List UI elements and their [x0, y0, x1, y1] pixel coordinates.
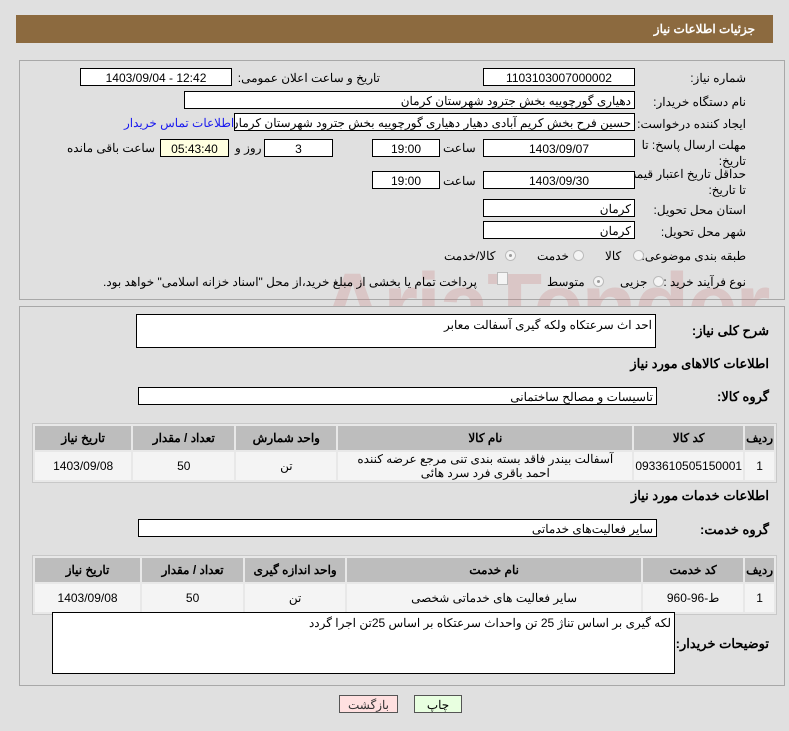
summary-textarea[interactable]: احد اث سرعتکاه ولکه گیری آسفالت معابر	[136, 314, 656, 348]
deadline-label: مهلت ارسال پاسخ: تا تاریخ:	[641, 138, 746, 168]
category-option-goods: کالا	[605, 249, 622, 263]
category-option-service: خدمت	[537, 249, 569, 263]
col-date: تاریخ نیاز	[35, 426, 132, 450]
service-group-field: سایر فعالیت‌های خدماتی	[138, 519, 657, 537]
category-label: طبقه بندی موضوعی:	[641, 249, 746, 263]
buyer-contact-link[interactable]: اطلاعات تماس خریدار	[124, 116, 234, 130]
deadline-time-label: ساعت	[443, 141, 476, 155]
service-group-label: گروه خدمت:	[700, 522, 769, 537]
deadline-time-field: 19:00	[372, 139, 440, 157]
validity-label: حداقل تاریخ اعتبار قیمت: تا تاریخ:	[621, 167, 746, 197]
goods-group-label: گروه کالا:	[717, 389, 769, 404]
process-label: نوع فرآیند خرید :	[663, 275, 746, 289]
cell-name: آسفالت بیندر فاقد بسته بندی تنی مرجع عرض…	[338, 452, 633, 480]
col-date: تاریخ نیاز	[35, 558, 141, 582]
deadline-date-field: 1403/09/07	[483, 139, 635, 157]
goods-group-field: تاسیسات و مصالح ساختمانی	[138, 387, 657, 405]
days-field: 3	[264, 139, 333, 157]
cell-date: 1403/09/08	[35, 452, 132, 480]
col-unit: واحد شمارش	[236, 426, 337, 450]
category-radio-goods[interactable]	[633, 250, 644, 261]
cell-unit: تن	[245, 584, 346, 612]
category-radio-service[interactable]	[573, 250, 584, 261]
buyer-field: دهیاری گورچوییه بخش جترود شهرستان کرمان	[184, 91, 635, 109]
col-qty: تعداد / مقدار	[142, 558, 244, 582]
treasury-payment-checkbox[interactable]	[497, 272, 508, 285]
announce-label: تاریخ و ساعت اعلان عمومی:	[237, 71, 380, 85]
back-button[interactable]: بازگشت	[339, 695, 398, 713]
days-label: روز و	[235, 141, 262, 155]
table-row: 1 0933610505150001 آسفالت بیندر فاقد بست…	[35, 452, 774, 480]
goods-table: ردیف کد کالا نام کالا واحد شمارش تعداد /…	[32, 423, 777, 483]
col-code: کد کالا	[634, 426, 744, 450]
services-table-header: ردیف کد خدمت نام خدمت واحد اندازه گیری ت…	[35, 558, 774, 582]
cell-name: سایر فعالیت های خدماتی شخصی	[347, 584, 642, 612]
notes-label: توضیحات خریدار:	[675, 636, 769, 651]
announce-field: 1403/09/04 - 12:42	[80, 68, 232, 86]
col-row: ردیف	[745, 558, 774, 582]
remaining-time-field: 05:43:40	[160, 139, 229, 157]
cell-unit: تن	[236, 452, 337, 480]
need-number-label: شماره نیاز:	[690, 71, 746, 85]
validity-time-field: 19:00	[372, 171, 440, 189]
creator-field: حسین فرح بخش کریم آبادی دهیار دهیاری گور…	[234, 113, 635, 131]
services-section-title: اطلاعات خدمات مورد نیاز	[630, 488, 769, 503]
col-unit: واحد اندازه گیری	[245, 558, 346, 582]
buyer-label: نام دستگاه خریدار:	[653, 95, 746, 109]
page-header: جزئیات اطلاعات نیاز	[16, 15, 773, 43]
col-code: کد خدمت	[643, 558, 744, 582]
col-name: نام کالا	[338, 426, 633, 450]
province-label: استان محل تحویل:	[653, 203, 746, 217]
services-table: ردیف کد خدمت نام خدمت واحد اندازه گیری ت…	[32, 555, 777, 615]
remaining-label: ساعت باقی مانده	[67, 141, 156, 155]
payment-note: پرداخت تمام یا بخشی از مبلغ خرید،از محل …	[103, 275, 477, 289]
cell-code: 0933610505150001	[634, 452, 744, 480]
page-title: جزئیات اطلاعات نیاز	[653, 22, 755, 36]
process-radio-medium[interactable]	[593, 276, 604, 287]
cell-date: 1403/09/08	[35, 584, 141, 612]
goods-table-header: ردیف کد کالا نام کالا واحد شمارش تعداد /…	[35, 426, 774, 450]
goods-section-title: اطلاعات کالاهای مورد نیاز	[630, 356, 769, 371]
table-row: 1 ط-96-960 سایر فعالیت های خدماتی شخصی ت…	[35, 584, 774, 612]
col-name: نام خدمت	[347, 558, 642, 582]
city-label: شهر محل تحویل:	[660, 225, 746, 239]
province-field: کرمان	[483, 199, 635, 217]
validity-time-label: ساعت	[443, 174, 476, 188]
cell-qty: 50	[142, 584, 244, 612]
cell-qty: 50	[133, 452, 235, 480]
process-option-minor: جزیی	[620, 275, 648, 289]
validity-date-field: 1403/09/30	[483, 171, 635, 189]
creator-label: ایجاد کننده درخواست:	[637, 117, 746, 131]
process-option-medium: متوسط	[547, 275, 585, 289]
process-radio-minor[interactable]	[653, 276, 664, 287]
category-radio-goods-service[interactable]	[505, 250, 516, 261]
col-row: ردیف	[745, 426, 774, 450]
cell-row: 1	[745, 452, 774, 480]
cell-row: 1	[745, 584, 774, 612]
notes-textarea[interactable]: لکه گیری بر اساس تناژ 25 تن واحداث سرعتک…	[52, 612, 675, 674]
print-button[interactable]: چاپ	[414, 695, 462, 713]
need-number-field: 1103103007000002	[483, 68, 635, 86]
category-option-goods-service: کالا/خدمت	[444, 249, 496, 263]
summary-label: شرح کلی نیاز:	[691, 323, 769, 338]
cell-code: ط-96-960	[643, 584, 744, 612]
col-qty: تعداد / مقدار	[133, 426, 235, 450]
city-field: کرمان	[483, 221, 635, 239]
